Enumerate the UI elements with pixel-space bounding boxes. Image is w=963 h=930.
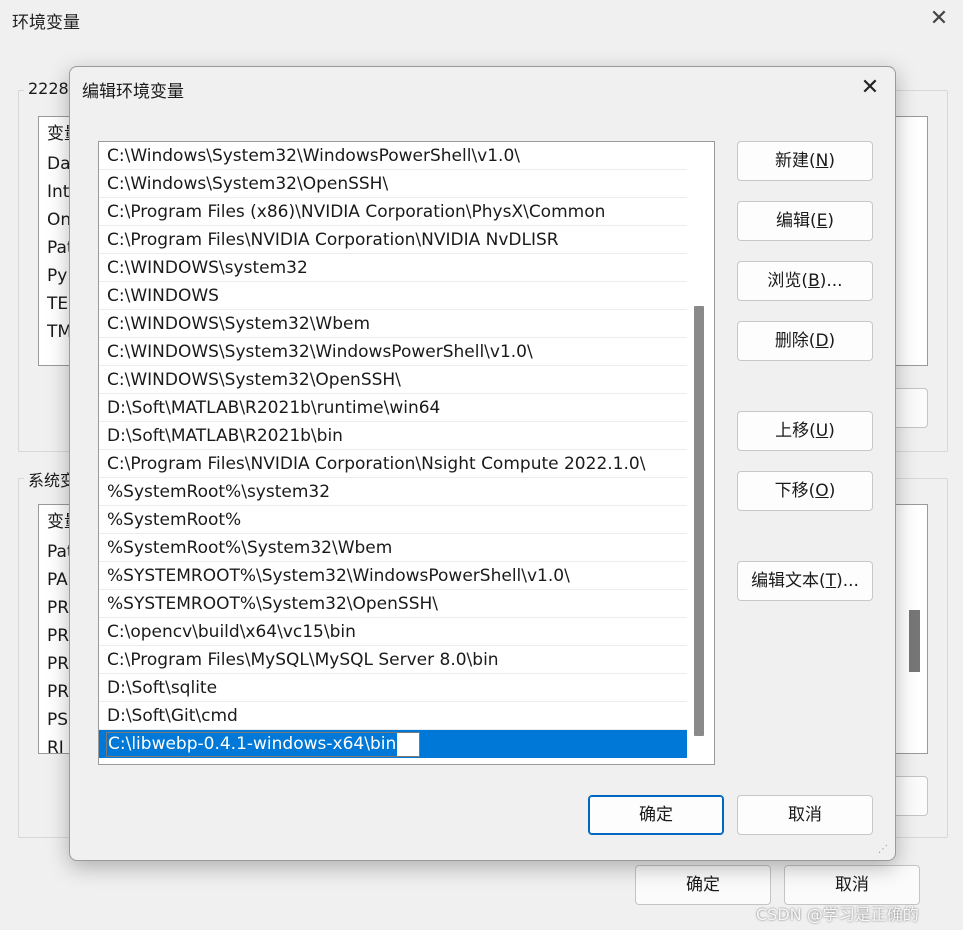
window-ok-button[interactable]: 确定 bbox=[635, 865, 771, 905]
watermark: CSDN @学习是正确的 bbox=[756, 905, 919, 924]
list-item[interactable]: C:\WINDOWS\System32\OpenSSH\ bbox=[99, 366, 687, 394]
path-text: C:\Program Files\NVIDIA Corporation\Nsig… bbox=[107, 454, 646, 474]
list-item[interactable]: %SYSTEMROOT%\System32\WindowsPowerShell\… bbox=[99, 562, 687, 590]
list-item[interactable]: %SystemRoot%\System32\Wbem bbox=[99, 534, 687, 562]
close-icon[interactable]: ✕ bbox=[858, 77, 882, 101]
path-text: C:\Windows\System32\OpenSSH\ bbox=[107, 174, 389, 194]
move-up-button[interactable]: 上移(U) bbox=[737, 411, 873, 451]
list-item[interactable]: C:\Program Files\MySQL\MySQL Server 8.0\… bbox=[99, 646, 687, 674]
list-item[interactable]: C:\Program Files\NVIDIA Corporation\Nsig… bbox=[99, 450, 687, 478]
path-text: C:\Program Files\MySQL\MySQL Server 8.0\… bbox=[107, 650, 499, 670]
path-text: D:\Soft\sqlite bbox=[107, 678, 218, 698]
path-text: C:\Program Files (x86)\NVIDIA Corporatio… bbox=[107, 202, 606, 222]
resize-grip-icon[interactable]: ⋰ bbox=[878, 845, 892, 859]
close-icon[interactable]: ✕ bbox=[927, 8, 951, 32]
ok-button[interactable]: 确定 bbox=[588, 795, 724, 835]
path-text: %SystemRoot%\system32 bbox=[107, 482, 331, 502]
path-text: C:\WINDOWS bbox=[107, 286, 219, 306]
path-edit-selected-text[interactable]: C:\libwebp-0.4.1-windows-x64\bin bbox=[107, 733, 398, 756]
list-item[interactable]: PR bbox=[47, 678, 69, 706]
list-item[interactable]: TE bbox=[47, 290, 68, 318]
new-button[interactable]: 新建(N) bbox=[737, 141, 873, 181]
cancel-button[interactable]: 取消 bbox=[737, 795, 873, 835]
selected-list-item[interactable]: C:\libwebp-0.4.1-windows-x64\bin bbox=[99, 730, 687, 758]
list-item[interactable]: C:\WINDOWS bbox=[99, 282, 687, 310]
path-list[interactable]: C:\Windows\System32\WindowsPowerShell\v1… bbox=[98, 141, 715, 765]
list-item[interactable]: D:\Soft\Git\cmd bbox=[99, 702, 687, 730]
list-item[interactable]: C:\Windows\System32\WindowsPowerShell\v1… bbox=[99, 142, 687, 170]
path-text: C:\Windows\System32\WindowsPowerShell\v1… bbox=[107, 146, 520, 166]
dialog-title: 编辑环境变量 bbox=[82, 82, 184, 102]
path-list-scrollbar[interactable] bbox=[689, 142, 714, 764]
path-text: C:\opencv\build\x64\vc15\bin bbox=[107, 622, 356, 642]
list-item[interactable]: C:\WINDOWS\System32\WindowsPowerShell\v1… bbox=[99, 338, 687, 366]
path-text: %SYSTEMROOT%\System32\OpenSSH\ bbox=[107, 594, 439, 614]
path-text: C:\Program Files\NVIDIA Corporation\NVID… bbox=[107, 230, 559, 250]
path-text: C:\WINDOWS\System32\OpenSSH\ bbox=[107, 370, 401, 390]
path-text: %SYSTEMROOT%\System32\WindowsPowerShell\… bbox=[107, 566, 570, 586]
list-item[interactable]: Int bbox=[47, 178, 69, 206]
list-item[interactable]: C:\WINDOWS\System32\Wbem bbox=[99, 310, 687, 338]
browse-button[interactable]: 浏览(B)... bbox=[737, 261, 873, 301]
path-text: %SystemRoot%\System32\Wbem bbox=[107, 538, 393, 558]
system-list-scrollbar[interactable] bbox=[909, 610, 920, 672]
list-item[interactable]: PA bbox=[47, 566, 68, 594]
scrollbar-thumb[interactable] bbox=[694, 306, 704, 736]
edit-environment-variable-dialog: 编辑环境变量 ✕ C:\Windows\System32\WindowsPowe… bbox=[69, 66, 896, 861]
list-item[interactable]: PR bbox=[47, 622, 69, 650]
edit-text-button[interactable]: 编辑文本(T)... bbox=[737, 561, 873, 601]
list-item[interactable]: Da bbox=[47, 150, 71, 178]
window-title: 环境变量 bbox=[12, 13, 80, 33]
delete-button[interactable]: 删除(D) bbox=[737, 321, 873, 361]
list-item[interactable]: C:\opencv\build\x64\vc15\bin bbox=[99, 618, 687, 646]
path-text: C:\WINDOWS\System32\WindowsPowerShell\v1… bbox=[107, 342, 533, 362]
list-item[interactable]: On bbox=[47, 206, 71, 234]
path-text: D:\Soft\MATLAB\R2021b\bin bbox=[107, 426, 343, 446]
edit-button[interactable]: 编辑(E) bbox=[737, 201, 873, 241]
list-item[interactable]: %SystemRoot%\system32 bbox=[99, 478, 687, 506]
list-item[interactable]: RI bbox=[47, 734, 64, 762]
window-cancel-button[interactable]: 取消 bbox=[784, 865, 920, 905]
list-item[interactable]: Py bbox=[47, 262, 67, 290]
list-item[interactable]: C:\Program Files (x86)\NVIDIA Corporatio… bbox=[99, 198, 687, 226]
path-text: C:\WINDOWS\System32\Wbem bbox=[107, 314, 371, 334]
path-text: D:\Soft\MATLAB\R2021b\runtime\win64 bbox=[107, 398, 441, 418]
path-text: D:\Soft\Git\cmd bbox=[107, 706, 238, 726]
list-item[interactable]: C:\Windows\System32\OpenSSH\ bbox=[99, 170, 687, 198]
list-item[interactable]: D:\Soft\sqlite bbox=[99, 674, 687, 702]
list-item[interactable]: D:\Soft\MATLAB\R2021b\runtime\win64 bbox=[99, 394, 687, 422]
move-down-button[interactable]: 下移(O) bbox=[737, 471, 873, 511]
path-text: C:\WINDOWS\system32 bbox=[107, 258, 308, 278]
list-item[interactable]: %SYSTEMROOT%\System32\OpenSSH\ bbox=[99, 590, 687, 618]
list-item[interactable]: PR bbox=[47, 650, 69, 678]
path-text: %SystemRoot% bbox=[107, 510, 242, 530]
list-item[interactable]: %SystemRoot% bbox=[99, 506, 687, 534]
list-item[interactable]: C:\Program Files\NVIDIA Corporation\NVID… bbox=[99, 226, 687, 254]
list-item[interactable]: D:\Soft\MATLAB\R2021b\bin bbox=[99, 422, 687, 450]
user-variables-label: 2228 bbox=[24, 79, 73, 98]
list-item[interactable]: C:\WINDOWS\system32 bbox=[99, 254, 687, 282]
path-edit-input[interactable]: C:\libwebp-0.4.1-windows-x64\bin bbox=[106, 732, 420, 757]
list-item[interactable]: PR bbox=[47, 594, 69, 622]
